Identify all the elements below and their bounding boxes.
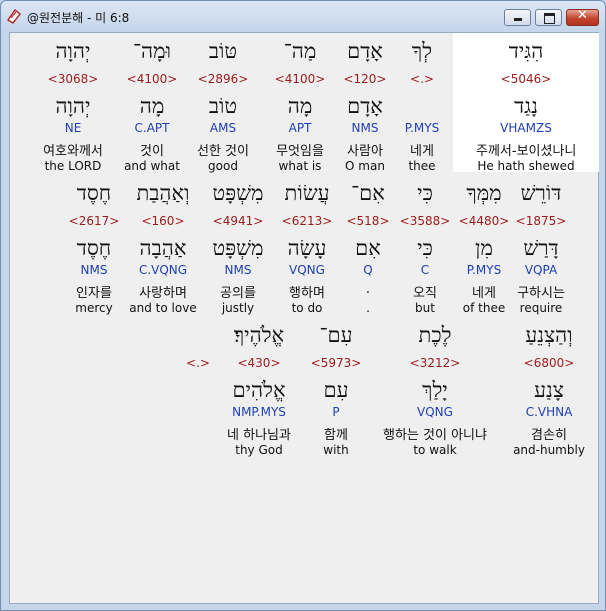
hebrew-word: מַה־ xyxy=(283,39,317,63)
korean-gloss: 선한 것이 xyxy=(197,144,249,159)
close-icon: ✕ xyxy=(577,8,588,23)
hebrew-word: חֶסֶד xyxy=(76,181,112,205)
strong-number[interactable]: <6800> xyxy=(499,356,599,370)
hebrew-lemma: טוֹב xyxy=(208,94,238,118)
parsing-code: VQNG xyxy=(417,405,453,419)
interlinear-view: הִגִּיד <5046> נָגַד VHAMZS 주께서-보이셨나니 He… xyxy=(9,32,599,604)
minimize-icon xyxy=(514,18,522,21)
korean-gloss: 것이 xyxy=(140,144,164,159)
strong-number[interactable]: <5046> xyxy=(476,72,576,86)
hebrew-word: הִגִּיד xyxy=(508,39,544,63)
hebrew-lemma: עָשָׂה xyxy=(287,236,327,260)
hebrew-lemma: יְהוָה xyxy=(55,94,91,118)
korean-gloss: 여호와께서 xyxy=(43,144,103,159)
korean-gloss: 겸손히 xyxy=(531,428,567,443)
korean-gloss: 사랑하며 xyxy=(139,286,187,301)
hebrew-lemma: מִשְׁפָּט xyxy=(212,236,264,260)
korean-gloss: 행하는 것이 아니냐 xyxy=(383,428,487,443)
hebrew-word: וּמָה־ xyxy=(133,39,171,63)
parsing-code: AMS xyxy=(209,121,237,135)
hebrew-lemma: אַהֲבָה xyxy=(139,236,187,260)
hebrew-lemma: מָה xyxy=(287,94,313,118)
hebrew-word: וְהַצְנֵעַ xyxy=(525,323,573,347)
english-gloss: what is xyxy=(278,159,322,173)
english-gloss: thy God xyxy=(235,443,283,457)
hebrew-lemma: יָלַךְ xyxy=(422,378,448,402)
hebrew-lemma: מָה xyxy=(139,94,165,118)
strong-number[interactable]: <3212> xyxy=(365,356,505,370)
hebrew-word: אֱלֹהֶיךָ׃ xyxy=(233,323,285,347)
app-book-icon xyxy=(6,8,21,24)
parsing-code: APT xyxy=(288,121,312,135)
english-gloss: good xyxy=(208,159,238,173)
parsing-code: NE xyxy=(64,121,82,135)
parsing-code: NMP.MYS xyxy=(232,405,286,419)
app-window: @원전분해 - 미 6:8 ✕ הִגִּיד <5046> נָגַד VHA… xyxy=(0,0,606,611)
hebrew-word: טּוֹב xyxy=(208,39,238,63)
korean-gloss: 주께서-보이셨나니 xyxy=(476,144,577,159)
parsing-code: VQNG xyxy=(289,263,325,277)
english-gloss: and-humbly xyxy=(513,443,585,457)
english-gloss: mercy xyxy=(75,301,113,315)
strong-number[interactable]: <6213> xyxy=(267,214,347,228)
hebrew-lemma: נָגַד xyxy=(514,94,538,118)
english-gloss: justly xyxy=(221,301,255,315)
strong-number[interactable]: <4100> xyxy=(112,72,192,86)
maximize-button[interactable] xyxy=(535,9,562,26)
korean-gloss: 공의를 xyxy=(220,286,256,301)
korean-gloss: 무엇임을 xyxy=(276,144,324,159)
close-button[interactable]: ✕ xyxy=(566,8,599,26)
parsing-code: C.VHNA xyxy=(525,405,573,419)
korean-gloss: 인자를 xyxy=(76,286,112,301)
strong-number[interactable]: <4100> xyxy=(260,72,340,86)
title-bar[interactable]: @원전분해 - 미 6:8 ✕ xyxy=(1,1,605,33)
strong-number[interactable]: <430> xyxy=(209,356,309,370)
strong-number[interactable]: <4941> xyxy=(198,214,278,228)
hebrew-lemma: חֶסֶד xyxy=(76,236,112,260)
english-gloss: He hath shewed xyxy=(477,159,575,173)
english-gloss: to do xyxy=(291,301,323,315)
korean-gloss: 네 하나님과 xyxy=(227,428,291,443)
hebrew-word: לֶכֶת xyxy=(418,323,452,347)
minimize-button[interactable] xyxy=(504,9,531,26)
strong-number[interactable]: <3068> xyxy=(30,72,116,86)
english-gloss: and to love xyxy=(129,301,197,315)
parsing-code: VHAMZS xyxy=(500,121,552,135)
parsing-code: C.APT xyxy=(134,121,170,135)
strong-number[interactable]: <160> xyxy=(123,214,203,228)
parsing-code: NMS xyxy=(224,263,252,277)
hebrew-word: מִשְׁפָּט xyxy=(212,181,264,205)
english-gloss: the LORD xyxy=(44,159,102,173)
hebrew-lemma: צָנַע xyxy=(534,378,564,402)
hebrew-lemma: אֱלֹהִים xyxy=(232,378,286,402)
strong-number[interactable]: <2896> xyxy=(183,72,263,86)
strong-number[interactable]: <2617> xyxy=(54,214,134,228)
window-title: @원전분해 - 미 6:8 xyxy=(27,11,130,25)
hebrew-word: יְהוָה xyxy=(55,39,91,63)
korean-gloss: 행하며 xyxy=(289,286,325,301)
hebrew-word: עֲשׂוֹת xyxy=(284,181,330,205)
english-gloss: and what xyxy=(124,159,180,173)
parsing-code: C.VQNG xyxy=(138,263,188,277)
english-gloss: to walk xyxy=(413,443,457,457)
strong-number[interactable]: <.> xyxy=(178,356,218,370)
hebrew-word: וְאַהֲבַת xyxy=(136,181,190,205)
maximize-icon xyxy=(544,13,555,24)
parsing-code: NMS xyxy=(80,263,108,277)
